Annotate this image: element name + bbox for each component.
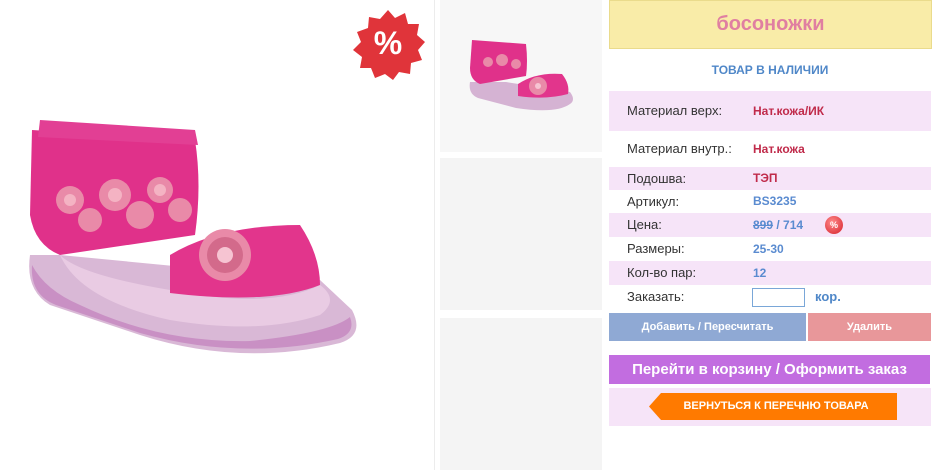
detail-value: BS3235 [753,194,797,208]
detail-row-material-top: Материал верх: Нат.кожа/ИК [609,91,931,131]
add-recalculate-button[interactable]: Добавить / Пересчитать [609,313,806,341]
detail-row-material-inner: Материал внутр.: Нат.кожа [609,131,931,167]
detail-label: Материал верх: [627,103,723,118]
main-product-image[interactable]: % [0,0,435,470]
detail-label: Материал внутр.: [627,141,732,156]
sale-percent-text: % [374,25,402,61]
price-separator: / [773,218,784,232]
sale-badge: % [350,8,426,80]
stock-status: ТОВАР В НАЛИЧИИ [711,63,829,77]
detail-value: 12 [753,266,767,280]
go-to-cart-button[interactable]: Перейти в корзину / Оформить заказ [609,355,930,384]
detail-row-sole: Подошва: ТЭП [609,167,931,190]
detail-row-pairs: Кол-во пар: 12 [609,261,931,285]
detail-label: Артикул: [627,194,680,209]
price-label: Цена: [627,217,662,232]
thumbnail-2[interactable] [440,158,602,310]
thumbnail-3[interactable] [440,318,602,470]
back-to-list-button[interactable]: ВЕРНУТЬСЯ К ПЕРЕЧНЮ ТОВАРА [649,393,897,420]
detail-label: Подошва: [627,171,687,186]
detail-value: Нат.кожа/ИК [753,104,825,118]
unit-label: кор. [815,289,841,304]
new-price: 714 [783,218,804,232]
back-button-label: ВЕРНУТЬСЯ К ПЕРЕЧНЮ ТОВАРА [683,400,869,412]
detail-value: 25-30 [753,242,784,256]
detail-value: Нат.кожа [753,142,805,156]
discount-icon: % [825,216,843,234]
detail-label: Кол-во пар: [627,265,697,280]
sandal-image [20,105,390,370]
detail-label: Размеры: [627,241,685,256]
order-label: Заказать: [627,289,685,304]
detail-value: ТЭП [753,171,778,185]
price-value: 899 / 714 [753,213,803,237]
product-title: босоножки [609,0,932,49]
detail-row-price: Цена: 899 / 714 % [609,213,931,237]
delete-button[interactable]: Удалить [808,313,931,341]
old-price: 899 [753,218,774,232]
quantity-input[interactable] [752,288,805,307]
back-button-strip: ВЕРНУТЬСЯ К ПЕРЕЧНЮ ТОВАРА [609,388,931,426]
thumbnail-1[interactable] [440,0,602,152]
detail-row-sizes: Размеры: 25-30 [609,237,931,261]
detail-row-article: Артикул: BS3235 [609,190,931,213]
